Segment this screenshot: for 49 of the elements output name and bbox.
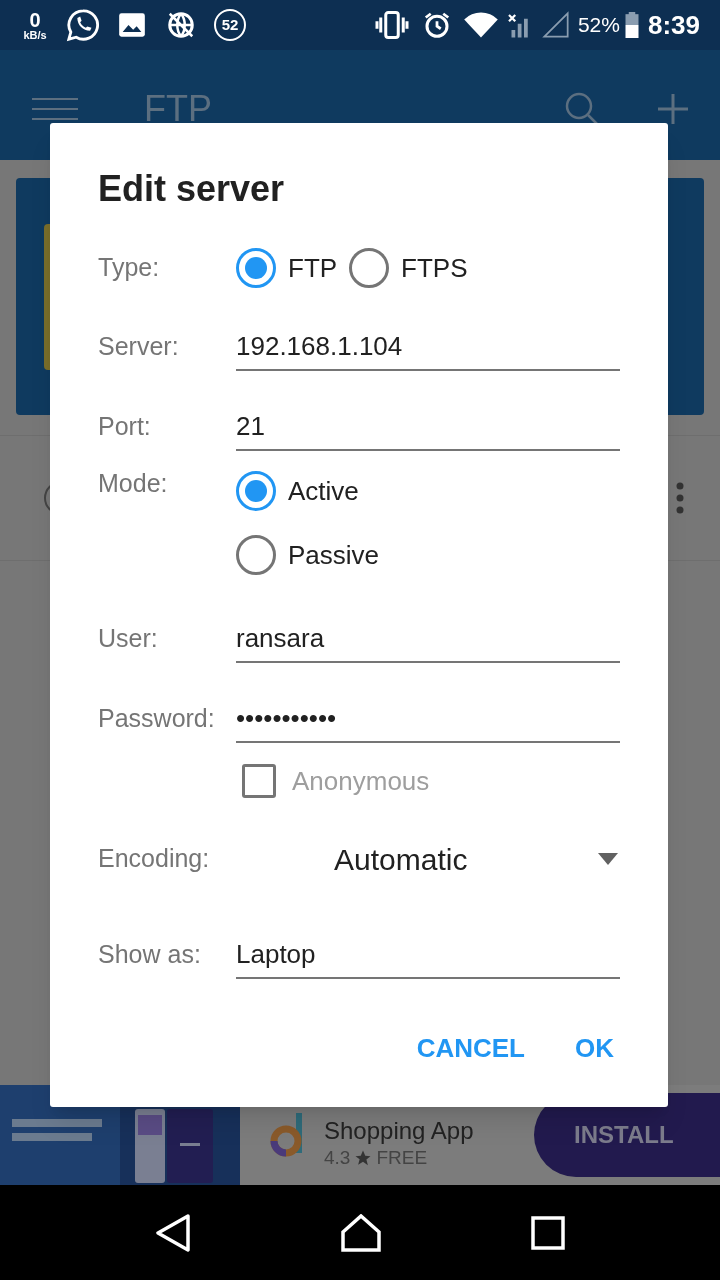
radio-label: FTP [288, 251, 338, 285]
field-label: Mode: [98, 468, 169, 499]
star-icon [354, 1149, 373, 1167]
battery-percent: 52% [577, 12, 620, 39]
ad-title: Shopping App [324, 1116, 474, 1147]
field-label: Encoding: [98, 843, 211, 875]
home-icon[interactable] [341, 1213, 381, 1252]
text-field[interactable]: 21 [236, 407, 620, 451]
more-options-icon[interactable] [676, 482, 684, 514]
field-label: User: [98, 623, 159, 654]
checkbox[interactable] [242, 764, 276, 798]
signal-empty-icon [541, 11, 570, 39]
text-field[interactable]: ••••••••••• [236, 699, 620, 743]
network-speed: 0 [29, 9, 41, 30]
field-label: Show as: [98, 939, 202, 970]
encoding-dropdown[interactable]: Automatic [236, 837, 620, 881]
vibrate-icon [373, 10, 410, 40]
field-label: Password: [98, 703, 216, 734]
radio-button[interactable] [236, 248, 276, 288]
app-rating: 4.3 [324, 1146, 351, 1170]
globe-off-icon [166, 10, 196, 40]
radio-label: Active [288, 474, 359, 508]
notification-count: 52 [214, 9, 246, 41]
back-icon[interactable] [155, 1213, 191, 1252]
battery-icon [623, 12, 640, 38]
add-icon[interactable] [658, 94, 688, 124]
radio-button[interactable] [236, 471, 276, 511]
field-label: Server: [98, 331, 180, 362]
app-title: FTP [144, 87, 212, 131]
dropdown-arrow-icon [598, 853, 618, 865]
speed-unit: kB/s [23, 29, 47, 41]
text-field[interactable]: 192.168.1.104 [236, 327, 620, 371]
wifi-icon [463, 11, 498, 39]
clock-time: 8:39 [647, 8, 700, 42]
image-icon [118, 11, 146, 39]
text-field[interactable]: ransara [236, 619, 620, 663]
text-field[interactable]: Laptop [236, 935, 620, 979]
radio-label: Passive [288, 538, 380, 572]
checkbox-label: Anonymous [292, 764, 430, 798]
radio-label: FTPS [401, 251, 468, 285]
chat-app-icon [66, 8, 100, 42]
field-label: Port: [98, 411, 152, 442]
menu-icon[interactable] [32, 98, 78, 120]
recent-apps-icon[interactable] [531, 1215, 565, 1250]
radio-button[interactable] [349, 248, 390, 288]
radio-button[interactable] [236, 535, 276, 575]
field-label: Type: [98, 252, 161, 284]
app-price: FREE [376, 1146, 428, 1170]
dialog-title: Edit server [98, 167, 286, 211]
